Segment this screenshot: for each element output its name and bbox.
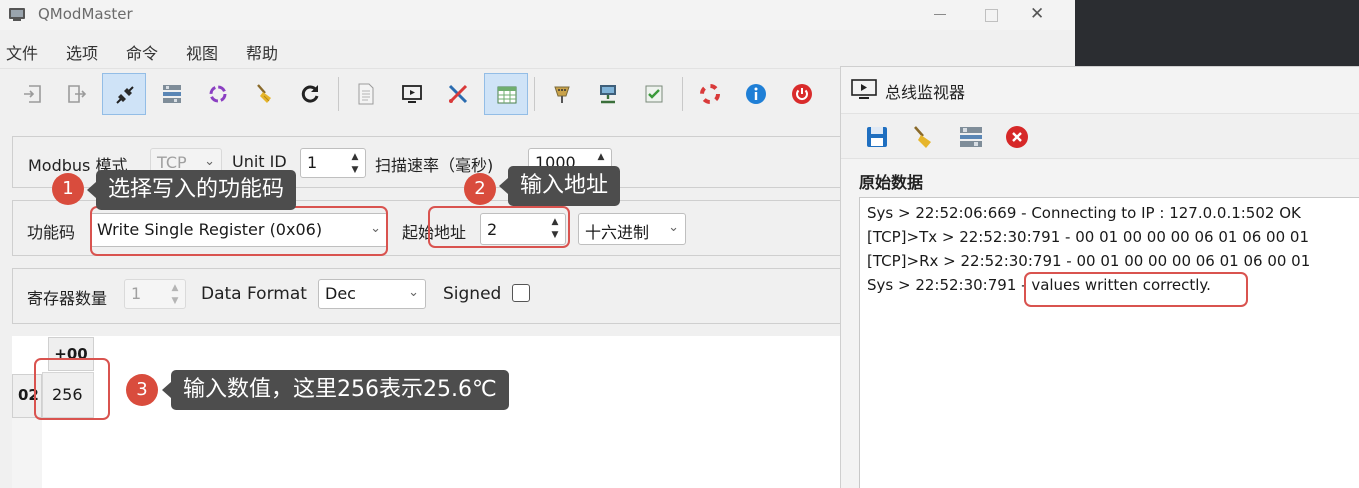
chevron-down-icon: ⌄ xyxy=(408,285,419,300)
tools-icon xyxy=(448,84,468,104)
monitor-button[interactable] xyxy=(390,73,434,115)
spin-up-icon[interactable]: ▲ xyxy=(348,151,362,163)
reset-icon xyxy=(301,85,319,103)
menu-file[interactable]: 文件 xyxy=(6,40,38,64)
step-tip-2: 输入地址 xyxy=(498,166,621,206)
menu-options[interactable]: 选项 xyxy=(66,40,98,64)
plug-icon xyxy=(116,86,134,104)
monitor-icon xyxy=(402,85,422,103)
save-icon[interactable] xyxy=(863,123,891,151)
clear-button[interactable] xyxy=(242,73,286,115)
serial-port-icon xyxy=(554,86,570,103)
exit-icon xyxy=(792,84,812,104)
chevron-down-icon: ⌄ xyxy=(204,154,215,169)
help-lifebuoy-icon xyxy=(700,84,720,104)
check-button[interactable] xyxy=(632,73,676,115)
clear-brush-icon[interactable] xyxy=(909,123,937,151)
step-tip-3: 输入数值，这里256表示25.6℃ xyxy=(162,370,509,410)
menu-commands[interactable]: 命令 xyxy=(126,40,158,64)
close-window-button[interactable]: ✕ xyxy=(1014,0,1060,30)
log-page-icon xyxy=(358,83,374,105)
menu-bar: 文件 选项 命令 视图 帮助 xyxy=(0,34,1075,66)
toolbar-separator xyxy=(534,77,535,111)
bus-monitor-icon xyxy=(163,85,181,103)
connect-icon xyxy=(24,85,41,103)
monitor-toolbar xyxy=(841,113,1359,159)
step-badge-3: 3 xyxy=(126,374,158,406)
toolbar-separator xyxy=(338,77,339,111)
serial-settings-button[interactable] xyxy=(540,73,584,115)
table-icon xyxy=(497,86,517,104)
step-badge-1: 1 xyxy=(52,173,84,205)
function-code-label: 功能码 xyxy=(27,223,76,242)
spin-up-icon[interactable]: ▲ xyxy=(594,151,608,163)
about-button[interactable] xyxy=(734,73,778,115)
help-button[interactable] xyxy=(688,73,732,115)
highlight-write-result xyxy=(1024,272,1248,307)
unit-id-label: Unit ID xyxy=(232,152,287,171)
network-icon xyxy=(600,85,616,104)
maximize-button[interactable] xyxy=(968,0,1014,30)
watermark: CSDN @苏渡苇 xyxy=(1188,456,1351,481)
checklist-icon xyxy=(645,85,663,103)
monitor-window-icon xyxy=(851,79,877,99)
register-count-label: 寄存器数量 xyxy=(27,289,108,308)
stop-icon[interactable] xyxy=(1003,123,1031,151)
raw-data-title: 原始数据 xyxy=(859,173,924,192)
data-format-select[interactable]: Dec ⌄ xyxy=(318,279,426,309)
info-icon xyxy=(746,84,766,104)
data-format-label: Data Format xyxy=(201,284,307,304)
highlight-register-value xyxy=(34,358,110,420)
app-icon xyxy=(9,8,25,21)
table-view-button[interactable] xyxy=(484,73,528,115)
minimize-button[interactable] xyxy=(916,0,962,30)
signed-checkbox[interactable] xyxy=(512,284,530,302)
exit-button[interactable] xyxy=(780,73,824,115)
connect-button[interactable] xyxy=(11,73,55,115)
step-tip-1: 选择写入的功能码 xyxy=(86,170,297,210)
spin-up-icon[interactable]: ▲ xyxy=(168,282,182,294)
close-icon: ✕ xyxy=(1030,4,1045,24)
spin-down-icon[interactable]: ▼ xyxy=(168,295,182,307)
address-format-select[interactable]: 十六进制 ⌄ xyxy=(578,213,686,245)
monitor-title: 总线监视器 xyxy=(885,83,966,102)
bus-monitor-icon[interactable] xyxy=(957,123,985,151)
highlight-function-code xyxy=(90,206,388,256)
title-bar: QModMaster ✕ xyxy=(0,0,1075,30)
tools-button[interactable] xyxy=(436,73,480,115)
network-settings-button[interactable] xyxy=(586,73,630,115)
toolbar-separator xyxy=(682,77,683,111)
reset-button[interactable] xyxy=(288,73,332,115)
log-line: Sys > 22:52:06:669 - Connecting to IP : … xyxy=(867,204,1301,222)
register-table xyxy=(12,336,842,488)
unit-id-spinbox[interactable]: 1 ▲ ▼ xyxy=(300,148,366,178)
spin-down-icon[interactable]: ▼ xyxy=(348,164,362,176)
refresh-cycle-icon xyxy=(209,85,227,103)
chevron-down-icon: ⌄ xyxy=(668,220,679,235)
clear-brush-icon xyxy=(257,84,271,103)
raw-data-log[interactable]: Sys > 22:52:06:669 - Connecting to IP : … xyxy=(859,197,1359,488)
plug-toggle-button[interactable] xyxy=(102,73,146,115)
menu-view[interactable]: 视图 xyxy=(186,40,218,64)
table-row-header-strip xyxy=(12,418,42,488)
log-button[interactable] xyxy=(344,73,388,115)
menu-help[interactable]: 帮助 xyxy=(246,40,278,64)
log-line: [TCP]>Tx > 22:52:30:791 - 00 01 00 00 00… xyxy=(867,228,1310,246)
window-title: QModMaster xyxy=(38,5,133,23)
scan-cycle-button[interactable] xyxy=(196,73,240,115)
bus-monitor-button[interactable] xyxy=(150,73,194,115)
highlight-start-address xyxy=(428,206,570,248)
disconnect-icon xyxy=(68,85,87,103)
signed-label: Signed xyxy=(443,284,502,304)
step-badge-2: 2 xyxy=(464,173,496,205)
disconnect-button[interactable] xyxy=(55,73,99,115)
register-count-spinbox[interactable]: 1 ▲ ▼ xyxy=(124,279,186,309)
log-line: [TCP]>Rx > 22:52:30:791 - 00 01 00 00 00… xyxy=(867,252,1311,270)
